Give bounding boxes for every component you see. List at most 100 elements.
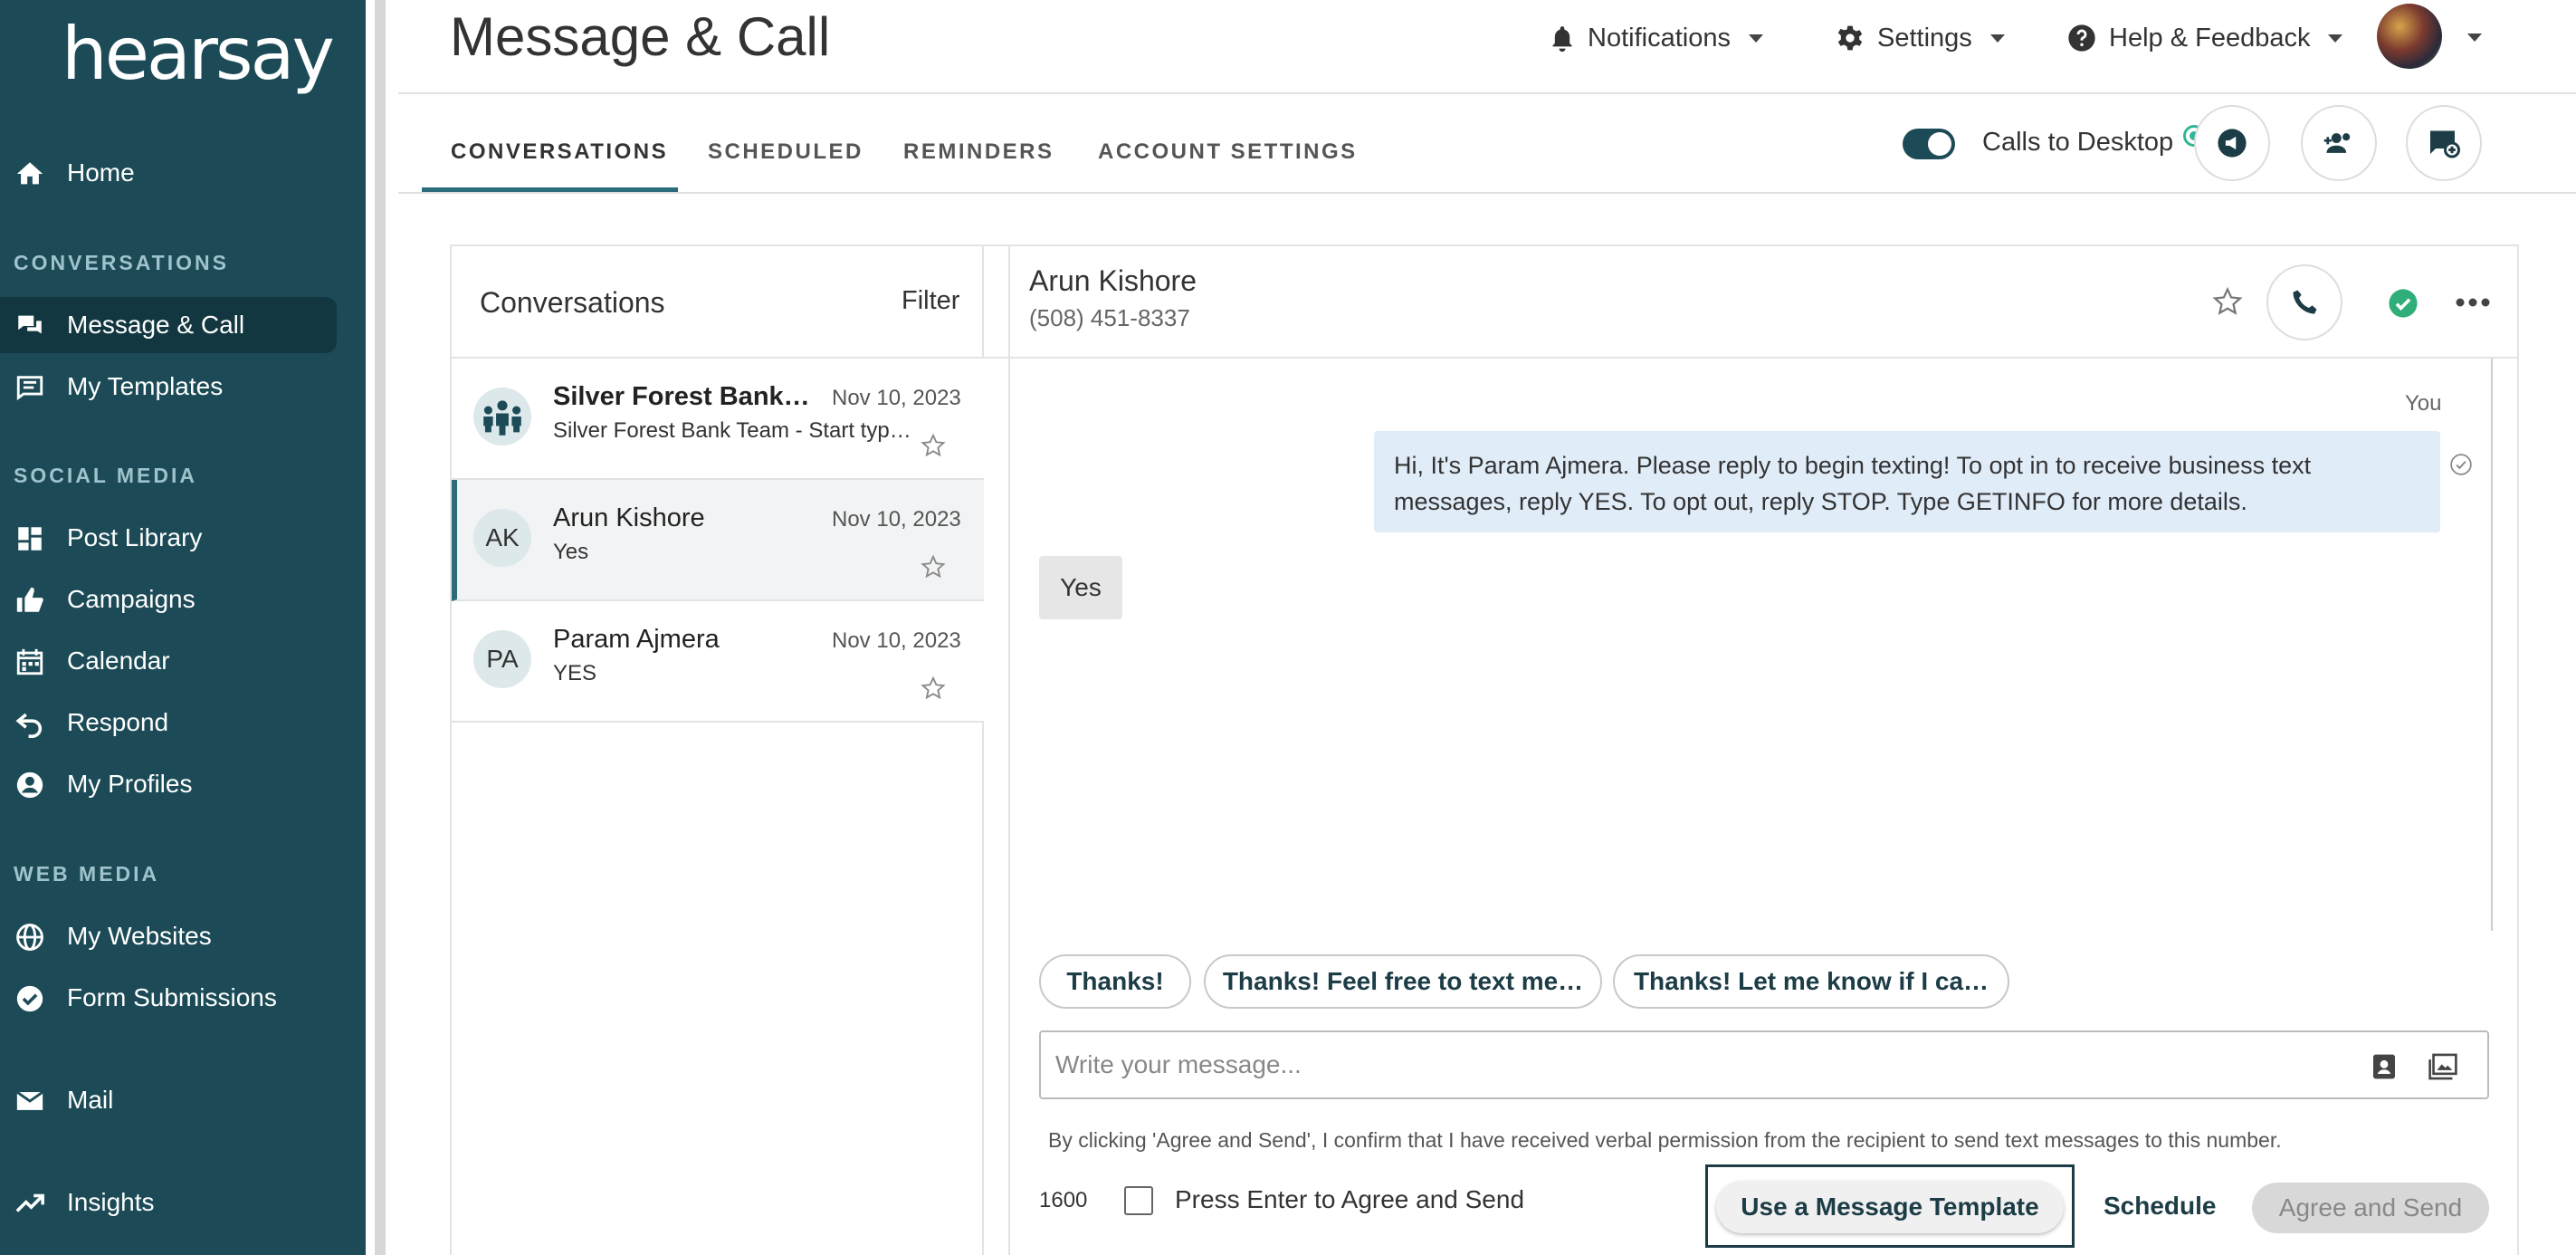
trending-up-icon (15, 1193, 44, 1212)
star-icon[interactable] (921, 554, 946, 580)
sidebar-item-label: Insights (67, 1188, 155, 1216)
consent-notice: By clicking 'Agree and Send', I confirm … (1048, 1128, 2282, 1152)
sidebar-item-form-submissions[interactable]: Form Submissions (0, 970, 337, 1026)
phone-icon (2293, 290, 2317, 314)
notifications-menu[interactable]: Notifications (1550, 20, 1763, 56)
sidebar-item-campaigns[interactable]: Campaigns (0, 571, 337, 628)
star-icon[interactable] (921, 675, 946, 701)
thumbs-up-icon (16, 587, 43, 612)
sidebar-item-label: Home (67, 158, 135, 187)
message-composer (1039, 1030, 2489, 1099)
panel-divider (1008, 246, 1010, 1255)
sidebar-divider[interactable] (375, 0, 386, 1255)
new-group-button[interactable] (2301, 105, 2377, 181)
conversation-name: Param Ajmera (553, 625, 720, 654)
resolved-check-icon[interactable] (2388, 288, 2419, 319)
conversation-item[interactable]: Silver Forest Bank Team Silver Forest Ba… (452, 359, 984, 480)
incoming-message: Yes (1039, 556, 1122, 619)
sidebar-item-post-library[interactable]: Post Library (0, 510, 337, 566)
conversation-item-active[interactable]: AK Arun Kishore Yes Nov 10, 2023 (452, 480, 984, 601)
sidebar-item-message-call[interactable]: Message & Call (0, 297, 337, 353)
sidebar-item-my-templates[interactable]: My Templates (0, 359, 337, 415)
conversation-date: Nov 10, 2023 (832, 628, 961, 653)
sidebar-item-label: Respond (67, 708, 169, 736)
sidebar: hearsay Home CONVERSATIONS Message & Cal… (0, 0, 366, 1255)
sidebar-section-social-media: SOCIAL MEDIA (14, 464, 197, 487)
settings-menu[interactable]: Settings (1836, 20, 2005, 56)
broadcast-button[interactable] (2194, 105, 2270, 181)
group-icon (483, 400, 521, 436)
chevron-down-icon (1989, 34, 2005, 43)
tab-conversations[interactable]: CONVERSATIONS (451, 139, 668, 165)
chevron-down-icon (1748, 34, 1763, 43)
more-options-icon[interactable] (2455, 297, 2491, 308)
notifications-label: Notifications (1588, 23, 1731, 53)
calls-to-desktop-label: Calls to Desktop (1982, 128, 2174, 157)
dashboard-icon (18, 527, 42, 551)
template-icon (16, 376, 43, 401)
sidebar-item-mail[interactable]: Mail (0, 1072, 337, 1128)
contact-card-icon[interactable] (2370, 1052, 2399, 1081)
delivered-check-icon (2450, 454, 2472, 475)
sidebar-section-conversations: CONVERSATIONS (14, 251, 229, 274)
sidebar-item-calendar[interactable]: Calendar (0, 633, 337, 689)
sidebar-item-label: Post Library (67, 523, 203, 551)
calendar-icon (16, 648, 43, 675)
conversation-snippet: Yes (553, 540, 589, 564)
conversation-name: Arun Kishore (553, 503, 705, 532)
image-attach-icon[interactable] (2428, 1052, 2458, 1081)
call-button[interactable] (2266, 264, 2342, 340)
conversation-item[interactable]: PA Param Ajmera YES Nov 10, 2023 (452, 601, 984, 723)
new-message-button[interactable] (2406, 105, 2482, 181)
profile-icon (16, 771, 43, 799)
filter-button[interactable]: Filter (902, 286, 959, 316)
sidebar-item-label: Calendar (67, 647, 170, 675)
conversation-date: Nov 10, 2023 (832, 507, 961, 532)
new-chat-icon (2430, 130, 2460, 158)
schedule-button[interactable]: Schedule (2104, 1192, 2216, 1221)
check-circle-icon (16, 985, 43, 1012)
gear-icon (1837, 25, 1863, 51)
calls-to-desktop-toggle[interactable] (1903, 129, 1955, 159)
character-count: 1600 (1039, 1188, 1088, 1212)
user-avatar[interactable] (2377, 4, 2442, 69)
chevron-down-icon[interactable] (2467, 34, 2482, 42)
sidebar-item-insights[interactable]: Insights (0, 1174, 337, 1231)
enter-to-send-label[interactable]: Press Enter to Agree and Send (1175, 1185, 1524, 1214)
conversation-snippet: Silver Forest Bank Team - Start typing (553, 418, 915, 443)
sidebar-item-label: My Profiles (67, 770, 193, 798)
tab-reminders[interactable]: REMINDERS (903, 139, 1054, 165)
enter-to-send-checkbox[interactable] (1124, 1186, 1153, 1215)
sidebar-item-label: Campaigns (67, 585, 196, 613)
conversation-snippet: YES (553, 661, 597, 685)
star-icon[interactable] (921, 433, 946, 458)
globe-icon (16, 924, 43, 951)
tab-account-settings[interactable]: ACCOUNT SETTINGS (1098, 139, 1358, 165)
sidebar-item-respond[interactable]: Respond (0, 695, 337, 751)
sidebar-item-my-websites[interactable]: My Websites (0, 908, 337, 964)
sidebar-item-label: Message & Call (67, 311, 245, 339)
sidebar-item-my-profiles[interactable]: My Profiles (0, 756, 337, 812)
messages-scrollbar[interactable] (2491, 359, 2493, 931)
hearsay-logo[interactable]: hearsay (62, 18, 335, 91)
sender-label: You (2405, 391, 2442, 416)
bell-icon (1552, 26, 1572, 53)
quick-reply-button[interactable]: Thanks! Feel free to text me… (1204, 954, 1602, 1009)
agree-and-send-button[interactable]: Agree and Send (2252, 1183, 2489, 1233)
sidebar-gap (366, 0, 375, 1255)
header-divider (398, 92, 2576, 94)
quick-reply-button[interactable]: Thanks! Let me know if I ca… (1613, 954, 2009, 1009)
tab-scheduled[interactable]: SCHEDULED (708, 139, 863, 165)
sidebar-item-label: My Templates (67, 372, 224, 400)
contact-avatar: PA (473, 630, 531, 688)
tabs-divider (398, 192, 2576, 194)
help-feedback-menu[interactable]: Help & Feedback (2067, 20, 2343, 56)
help-feedback-label: Help & Feedback (2109, 23, 2311, 53)
message-input[interactable] (1055, 1045, 2323, 1085)
conversations-heading: Conversations (480, 286, 665, 319)
use-template-button[interactable]: Use a Message Template (1716, 1181, 2064, 1233)
sidebar-item-home[interactable]: Home (0, 145, 337, 201)
help-icon (2068, 24, 2095, 52)
quick-reply-button[interactable]: Thanks! (1039, 954, 1191, 1009)
favorite-star-icon[interactable] (2212, 286, 2243, 317)
